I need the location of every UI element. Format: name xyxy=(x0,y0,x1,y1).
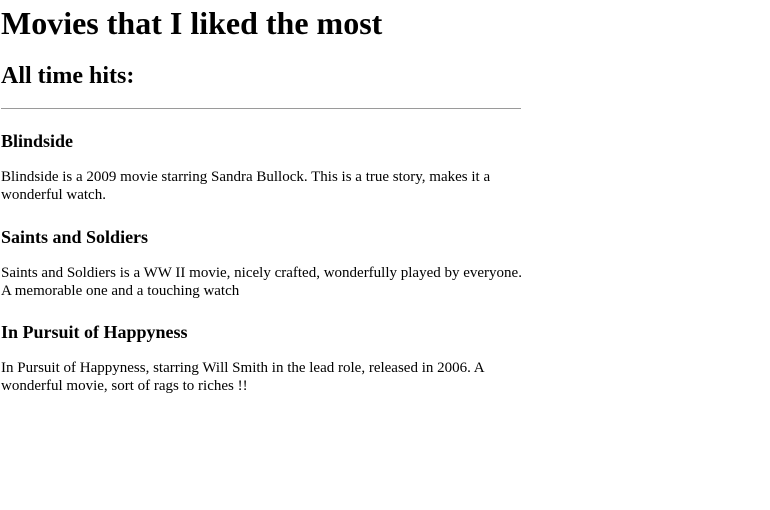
movie-item: Saints and Soldiers Saints and Soldiers … xyxy=(1,226,523,300)
movie-description: In Pursuit of Happyness, starring Will S… xyxy=(1,360,484,394)
page-title: Movies that I liked the most xyxy=(1,5,383,41)
section-title: All time hits: xyxy=(1,63,135,89)
movie-title: Saints and Soldiers xyxy=(1,227,149,247)
movie-item: Blindside Blindside is a 2009 movie star… xyxy=(1,130,523,204)
movie-description: Saints and Soldiers is a WW II movie, ni… xyxy=(1,265,522,299)
movie-title: Blindside xyxy=(1,131,74,151)
movie-title: In Pursuit of Happyness xyxy=(1,322,188,342)
page: Movies that I liked the most All time hi… xyxy=(0,0,770,510)
movie-item: In Pursuit of Happyness In Pursuit of Ha… xyxy=(1,321,523,395)
divider xyxy=(1,108,521,109)
movie-description: Blindside is a 2009 movie starring Sandr… xyxy=(1,169,491,203)
